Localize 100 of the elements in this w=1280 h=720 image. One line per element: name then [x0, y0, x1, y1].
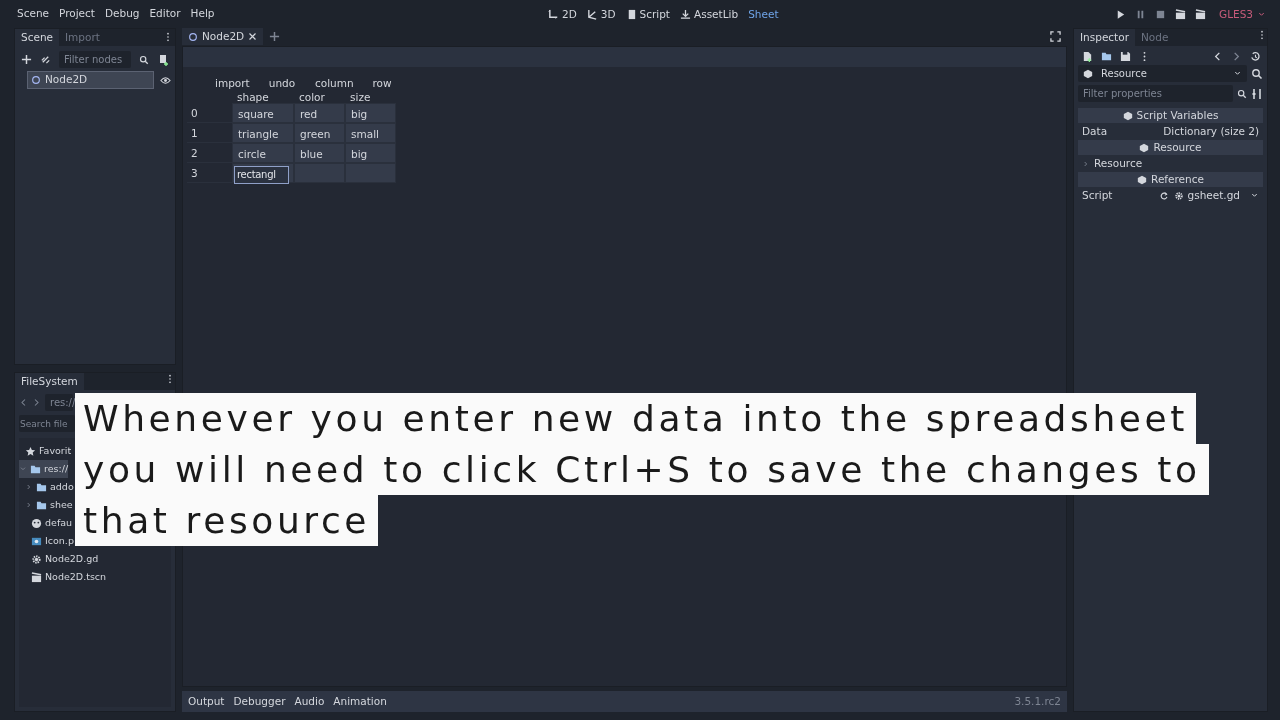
resource-dropdown[interactable]: Resource — [1078, 65, 1247, 82]
expand-icon — [19, 465, 27, 473]
folder-icon — [36, 499, 47, 511]
path-field[interactable]: res:// — [45, 394, 73, 411]
clapperboard-icon[interactable] — [1195, 9, 1207, 21]
folder-icon[interactable] — [1101, 51, 1112, 62]
visibility-icon[interactable] — [160, 74, 171, 86]
column-header: size — [349, 91, 372, 103]
sheet-action-button[interactable]: undo — [257, 76, 307, 92]
close-icon[interactable] — [248, 32, 258, 41]
column-header: shape — [236, 91, 270, 103]
section-header[interactable]: Reference — [1078, 172, 1263, 187]
clapperboard-icon — [31, 571, 42, 583]
forward-icon[interactable] — [1231, 51, 1242, 62]
property-label: Script — [1082, 187, 1114, 203]
sheet-cell[interactable]: big — [345, 102, 396, 123]
workspace-tab[interactable]: 3D — [586, 7, 616, 23]
gear-icon — [1173, 190, 1184, 201]
collapse-icon — [25, 483, 33, 491]
section-header[interactable]: Resource — [1078, 140, 1263, 155]
cube-icon — [1139, 142, 1150, 153]
collapse-icon — [1082, 159, 1090, 168]
dock-tab[interactable]: FileSystem — [15, 373, 84, 390]
axis-icon — [586, 9, 598, 21]
filter-field[interactable]: Filter properties — [1078, 85, 1233, 102]
file-item[interactable]: addo — [25, 478, 74, 496]
workspace-tab[interactable]: Sheet — [748, 7, 779, 23]
cube-icon — [1083, 68, 1093, 79]
image-icon — [31, 535, 42, 547]
sheet-cell[interactable]: green — [294, 122, 345, 143]
column-header: color — [298, 91, 326, 103]
sheet-cell[interactable]: square — [232, 102, 294, 123]
filter-field[interactable]: Filter nodes — [59, 51, 131, 68]
search-field[interactable]: Search file — [19, 415, 75, 432]
sheet-cell[interactable]: red — [294, 102, 345, 123]
cube-icon — [1137, 174, 1148, 185]
tree-item[interactable]: Node2D — [27, 71, 154, 89]
play-icon[interactable] — [1115, 9, 1127, 21]
menu-item[interactable]: Project — [54, 6, 100, 22]
menu-item[interactable]: Help — [185, 6, 220, 22]
clapperboard-icon[interactable] — [1175, 9, 1187, 21]
save-icon[interactable] — [1120, 51, 1131, 62]
folder-icon — [30, 463, 41, 475]
bottom-panel-tab[interactable]: Animation — [333, 693, 387, 710]
section-header[interactable]: Script Variables — [1078, 108, 1263, 123]
file-item[interactable]: res:// — [19, 460, 69, 478]
node-icon — [188, 31, 198, 42]
sheet-action-button[interactable]: column — [307, 76, 357, 92]
menu-item[interactable]: Scene — [12, 6, 54, 22]
bottom-panel-tab[interactable]: Output — [188, 693, 225, 710]
link-icon[interactable] — [40, 54, 51, 65]
caret-icon[interactable] — [1250, 191, 1259, 200]
file-item[interactable]: Node2D.tscn — [31, 568, 107, 586]
file-item[interactable]: Node2D.gd — [31, 550, 99, 568]
workspace-tab[interactable]: 2D — [548, 7, 577, 23]
fullscreen-icon[interactable] — [1050, 31, 1061, 42]
file-item[interactable]: Favorit — [25, 442, 72, 460]
menu-item[interactable]: Debug — [99, 6, 145, 22]
star-icon — [25, 445, 36, 457]
version-label: 3.5.1.rc2 — [1014, 693, 1061, 709]
dock-tab[interactable]: Scene — [15, 29, 59, 46]
gear-icon — [31, 553, 42, 565]
renderer-dropdown[interactable]: GLES3 — [1219, 7, 1266, 23]
search-icon[interactable] — [139, 54, 149, 65]
workspace-tab[interactable]: AssetLib — [680, 7, 739, 23]
forward-icon[interactable] — [32, 398, 41, 407]
property-value[interactable]: Dictionary (size 2) — [1163, 123, 1259, 140]
sheet-cell[interactable]: small — [345, 122, 396, 143]
back-icon[interactable] — [1212, 51, 1223, 62]
add-icon[interactable] — [21, 54, 32, 65]
bottom-panel-tab[interactable]: Debugger — [233, 693, 286, 710]
stop-icon[interactable] — [1155, 9, 1167, 21]
new-resource-icon[interactable] — [1082, 51, 1093, 62]
search-icon[interactable] — [1237, 88, 1247, 99]
folder-icon — [36, 481, 47, 493]
node-icon — [31, 75, 41, 85]
sheet-cell[interactable]: big — [345, 142, 396, 163]
bottom-panel-tab[interactable]: Audio — [294, 693, 325, 710]
file-item[interactable]: shee — [25, 496, 73, 514]
file-item[interactable]: Icon.p — [31, 532, 74, 550]
workspace-tab[interactable]: Script — [625, 7, 670, 23]
sheet-action-button[interactable]: row — [357, 76, 407, 92]
dock-tab[interactable]: Inspector — [1074, 29, 1135, 46]
cell-input[interactable]: rectangl — [234, 165, 289, 184]
tools-icon[interactable] — [1251, 87, 1263, 100]
sheet-cell[interactable]: circle — [232, 142, 294, 163]
sheet-action-button[interactable]: import — [207, 76, 257, 92]
script-value[interactable]: gsheet.gd — [1173, 187, 1240, 204]
script-add-icon[interactable] — [157, 53, 169, 66]
add-tab-icon[interactable] — [269, 31, 281, 42]
sheet-cell[interactable]: blue — [294, 142, 345, 163]
history-icon[interactable] — [1250, 51, 1261, 62]
property-group[interactable]: Resource — [1078, 156, 1263, 171]
reload-icon[interactable] — [1158, 190, 1169, 201]
property-label: Data — [1082, 123, 1109, 139]
document-tab[interactable]: Node2D — [182, 27, 264, 46]
menu-item[interactable]: Editor — [144, 6, 186, 22]
sheet-cell[interactable]: triangle — [232, 122, 294, 143]
file-item[interactable]: defau — [31, 514, 73, 532]
caret-icon — [1233, 69, 1242, 78]
